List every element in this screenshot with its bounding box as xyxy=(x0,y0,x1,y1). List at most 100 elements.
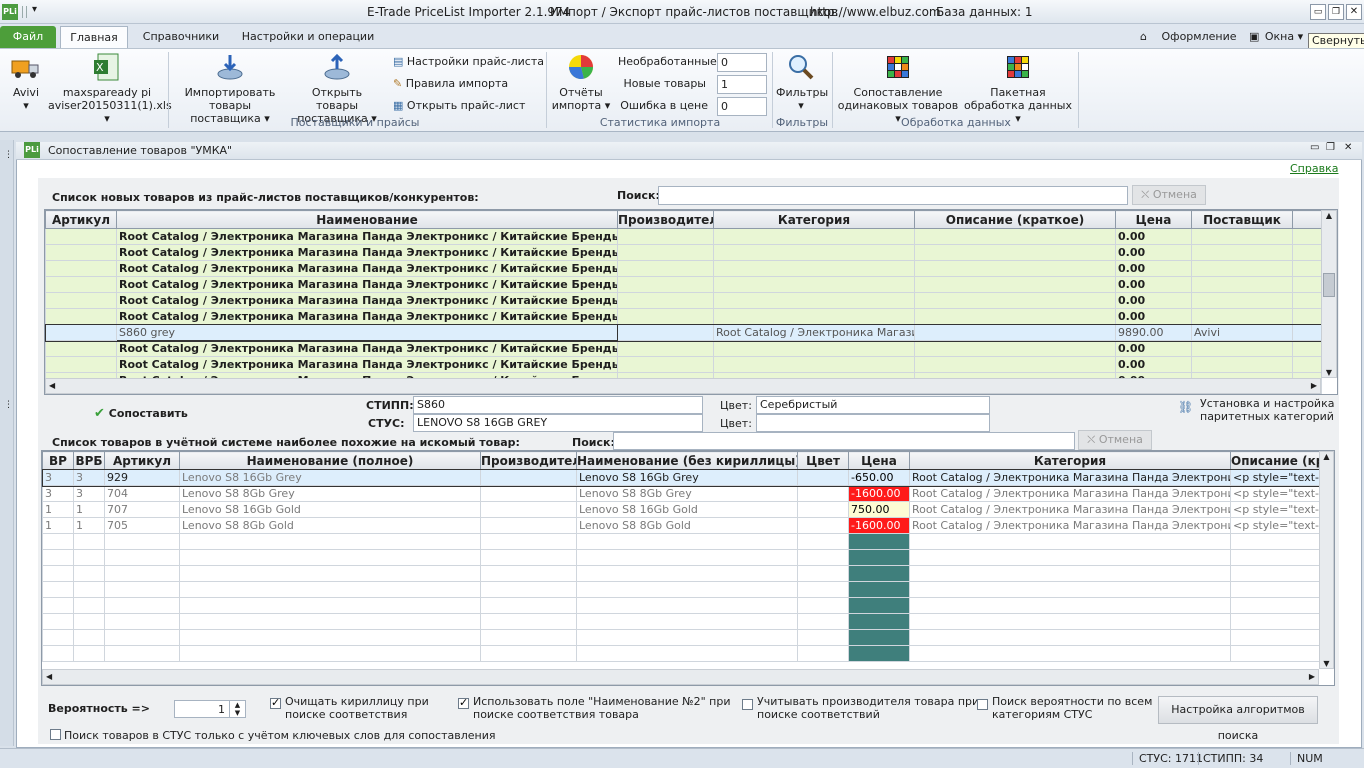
col-header[interactable]: Поставщик xyxy=(1191,210,1293,229)
option-name2[interactable] xyxy=(458,696,469,711)
tab-file[interactable]: Файл xyxy=(0,26,56,48)
table-cell xyxy=(73,629,105,646)
dock-grip-icon-2[interactable]: ⋮ xyxy=(4,400,13,410)
col-header[interactable]: Артикул xyxy=(104,451,180,470)
bottom-cancel-button[interactable]: ⛌ Отмена xyxy=(1078,430,1152,450)
search-algorithm-settings-button[interactable]: Настройка алгоритмов поиска xyxy=(1158,696,1318,742)
group-suppliers: Поставщики и прайсы xyxy=(290,116,420,129)
tab-main[interactable]: Главная xyxy=(60,26,128,48)
option-name2-checkbox[interactable] xyxy=(458,696,469,709)
stipp-field[interactable]: S860 xyxy=(413,396,703,414)
top-search-label: Поиск: xyxy=(617,189,660,202)
col-header[interactable]: Категория xyxy=(909,451,1231,470)
bottom-search-input[interactable] xyxy=(613,432,1075,450)
color-label: Цвет: xyxy=(720,399,752,412)
table-row[interactable]: Root Catalog / Электроника Магазина Панд… xyxy=(45,228,1322,245)
minimize-icon[interactable]: ▭ xyxy=(1310,4,1326,20)
help-link[interactable]: Справка xyxy=(1290,162,1338,175)
bottom-vertical-scrollbar[interactable]: ▲ ▼ xyxy=(1319,451,1334,669)
cancel-icon: ⛌ xyxy=(1141,188,1150,201)
col-header[interactable]: Наименование (полное) xyxy=(179,451,481,470)
bottom-horizontal-scrollbar[interactable]: ◀ ▶ xyxy=(42,669,1319,685)
table-cell xyxy=(480,501,577,518)
option-keywords[interactable] xyxy=(50,729,61,742)
import-goods-button[interactable]: Импортировать товары поставщика ▾ xyxy=(172,52,288,125)
table-cell-empty xyxy=(1292,292,1322,309)
option-all-categories[interactable] xyxy=(977,699,988,712)
col-header[interactable]: Производитель xyxy=(480,451,577,470)
col-header[interactable]: ВР xyxy=(42,451,74,470)
table-row[interactable]: Root Catalog / Электроника Магазина Панд… xyxy=(45,308,1322,325)
option-keywords-checkbox[interactable] xyxy=(50,729,61,740)
window-minimize-icon[interactable]: ▭ xyxy=(1310,142,1319,153)
col-header[interactable]: Артикул xyxy=(45,210,117,229)
table-row[interactable]: Root Catalog / Электроника Магазина Панд… xyxy=(45,356,1322,373)
table-cell xyxy=(480,565,577,582)
col-header[interactable]: Описание (кра xyxy=(1230,451,1325,470)
window-close-icon[interactable]: ✕ xyxy=(1344,142,1352,153)
table-row[interactable]: Root Catalog / Электроника Магазина Панд… xyxy=(45,276,1322,293)
window-restore-icon[interactable]: ❐ xyxy=(1326,142,1335,153)
option-clear-cyrillic-checkbox[interactable] xyxy=(270,696,281,709)
table-row[interactable]: Root Catalog / Электроника Магазина Панд… xyxy=(45,244,1322,261)
table-cell xyxy=(617,292,714,309)
tab-settings[interactable]: Настройки и операции xyxy=(238,26,378,48)
col-header[interactable]: Цвет xyxy=(797,451,849,470)
col-header[interactable]: Наименование xyxy=(116,210,618,229)
table-row[interactable]: 3 3 929 Lenovo S8 16Gb Grey Lenovo S8 16Gb G… xyxy=(42,468,1326,487)
menu-window[interactable]: Окна ▾ xyxy=(1264,26,1304,48)
table-cell xyxy=(914,260,1116,277)
table-cell xyxy=(797,469,849,486)
color-field[interactable]: Серебристый xyxy=(756,396,990,414)
col-header[interactable]: Наименование (без кириллицы) xyxy=(576,451,798,470)
batch-processing-button[interactable]: Пакетная обработка данных ▾ xyxy=(962,52,1074,125)
col-header[interactable]: ВРБ xyxy=(73,451,105,470)
top-horizontal-scrollbar[interactable]: ◀ ▶ xyxy=(45,378,1321,394)
option-clear-cyrillic[interactable] xyxy=(270,696,281,711)
avivi-button[interactable]: Avivi ▾ xyxy=(6,52,46,112)
price-file-button[interactable]: X maxspaready pi aviser20150311(1).xls ▾ xyxy=(48,52,172,125)
match-button[interactable]: ✔ Сопоставить xyxy=(94,406,188,421)
table-row[interactable]: Root Catalog / Электроника Магазина Панд… xyxy=(45,340,1322,357)
option-all-categories-checkbox[interactable] xyxy=(977,699,988,710)
top-search-input[interactable] xyxy=(658,186,1128,205)
parity-categories-button[interactable]: Установка и настройка паритетных категори… xyxy=(1200,397,1334,423)
table-row[interactable]: Root Catalog / Электроника Магазина Панд… xyxy=(45,260,1322,277)
stus-field[interactable]: LENOVO S8 16GB GREY xyxy=(413,414,703,432)
option-manufacturer[interactable] xyxy=(742,699,753,712)
close-icon[interactable]: ✕ xyxy=(1346,4,1362,20)
col-header[interactable]: Производитель xyxy=(617,210,714,229)
menu-design[interactable]: Оформление ▾ xyxy=(1158,26,1240,65)
compare-goods-button[interactable]: Сопоставление одинаковых товаров ▾ xyxy=(836,52,960,125)
maximize-icon[interactable]: ❐ xyxy=(1328,4,1344,20)
table-cell xyxy=(797,565,849,582)
open-goods-button[interactable]: Открыть товары поставщика ▾ xyxy=(290,52,384,125)
table-cell xyxy=(576,613,798,630)
col-header[interactable]: Описание (краткое) xyxy=(914,210,1116,229)
reports-button[interactable]: Отчёты импорта ▾ xyxy=(550,52,612,112)
filters-button[interactable]: Фильтры ▾ xyxy=(776,52,828,112)
probability-stepper[interactable]: ▲ ▼ xyxy=(229,701,245,717)
table-row[interactable]: Root Catalog / Электроника Магазина Панд… xyxy=(45,292,1322,309)
pricelist-settings-button[interactable]: ▤ Настройки прайс-листа xyxy=(393,54,544,70)
dock-grip-icon[interactable]: ⋮ xyxy=(4,150,13,160)
table-row[interactable]: 3 3 704 Lenovo S8 8Gb Grey Lenovo S8 8Gb Gre… xyxy=(42,485,1325,502)
tab-references[interactable]: Справочники xyxy=(136,26,226,48)
import-rules-button[interactable]: ✎ Правила импорта xyxy=(393,76,508,92)
table-row[interactable]: 1 1 705 Lenovo S8 8Gb Gold Lenovo S8 8Gb Gol… xyxy=(42,517,1325,534)
compare-window-header: PLi Сопоставление товаров "УМКА" ▭ ❐ ✕ xyxy=(16,142,1362,160)
app-url[interactable]: http://www.elbuz.com xyxy=(810,5,941,19)
quick-access-menu-icon[interactable]: ▾ xyxy=(32,4,37,15)
open-pricelist-button[interactable]: ▦ Открыть прайс-лист xyxy=(393,98,525,114)
option-manufacturer-checkbox[interactable] xyxy=(742,699,753,710)
empty-row xyxy=(42,613,1325,630)
table-cell xyxy=(480,469,577,486)
table-row[interactable]: S860 grey Root Catalog / Электроника Мага… xyxy=(45,323,1323,342)
table-row[interactable]: 1 1 707 Lenovo S8 16Gb Gold Lenovo S8 16Gb G… xyxy=(42,501,1325,518)
col-header[interactable]: Цена xyxy=(848,451,910,470)
color-field-2[interactable] xyxy=(756,414,990,432)
top-cancel-button[interactable]: ⛌ Отмена xyxy=(1132,185,1206,205)
col-header[interactable]: Категория xyxy=(713,210,915,229)
col-header[interactable]: Цена xyxy=(1115,210,1192,229)
top-vertical-scrollbar[interactable]: ▲ ▼ xyxy=(1321,210,1337,378)
